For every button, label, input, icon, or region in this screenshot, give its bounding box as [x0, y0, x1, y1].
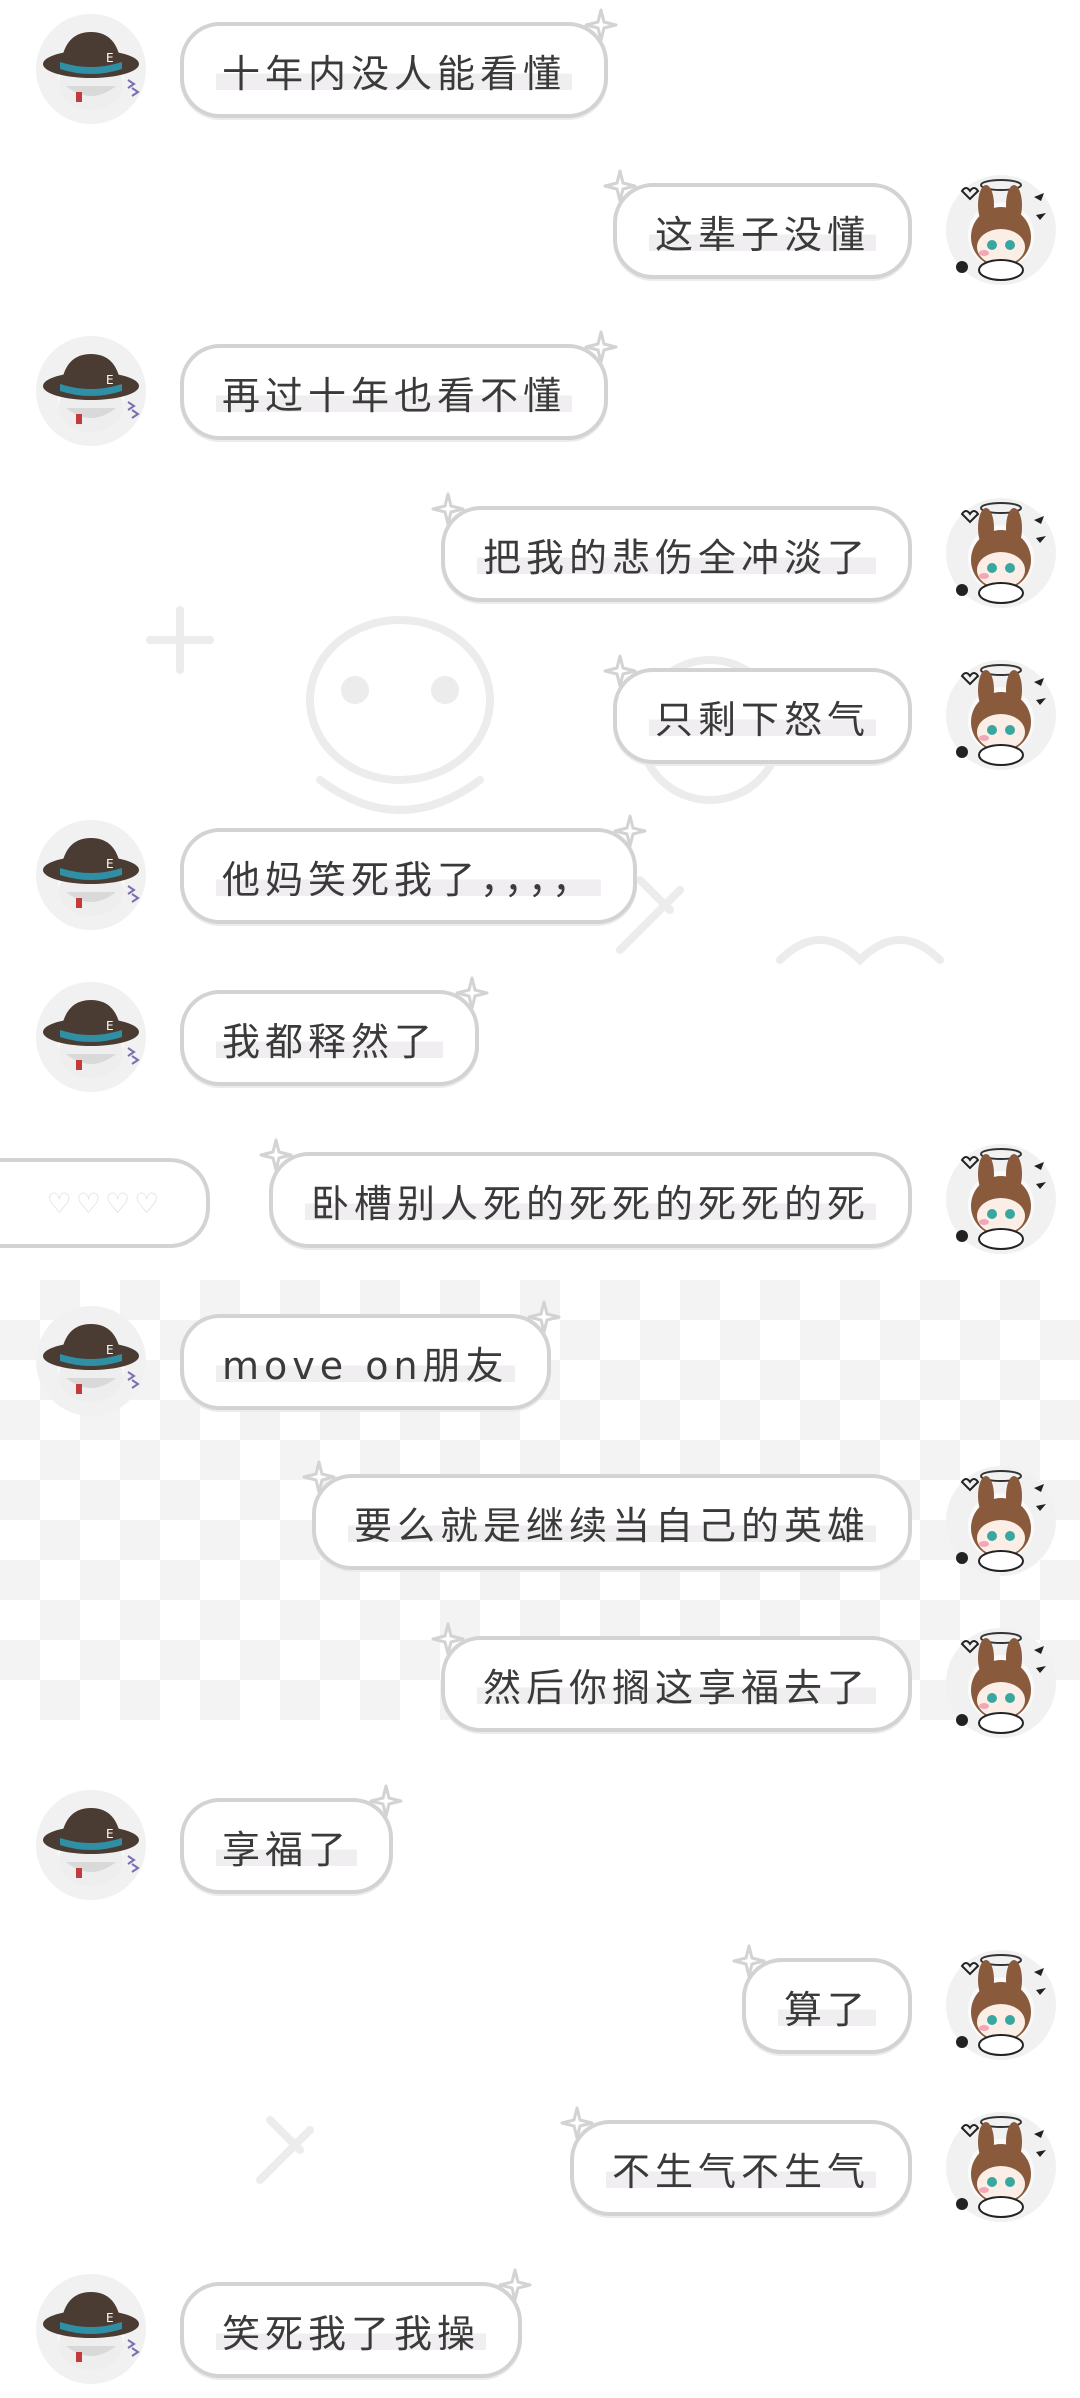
message-row: 然后你搁这享福去了 [0, 1622, 1080, 1748]
sparkle-star-icon [732, 1944, 766, 1978]
message-bubble[interactable]: 十年内没人能看懂 [180, 8, 618, 118]
message-row: E 我都释然了 [0, 976, 1080, 1102]
message-row: 要么就是继续当自己的英雄 [0, 1460, 1080, 1586]
bunny-ear-character-avatar[interactable] [946, 2112, 1056, 2222]
message-bubble[interactable]: 然后你搁这享福去了 [431, 1622, 912, 1732]
message-text: 不生气不生气 [606, 2140, 877, 2196]
hat-character-avatar[interactable]: E [36, 982, 146, 1092]
sparkle-star-icon [302, 1460, 336, 1494]
message-row: E 再过十年也看不懂 [0, 330, 1080, 456]
svg-text:E: E [106, 51, 114, 65]
hat-character-avatar[interactable]: E [36, 820, 146, 930]
sparkle-star-icon [259, 1138, 293, 1172]
message-text: move on朋友 [216, 1334, 515, 1390]
message-row: 不生气不生气 [0, 2106, 1080, 2232]
message-text: 我都释然了 [216, 1010, 444, 1066]
message-bubble[interactable]: 笑死我了我操 [180, 2268, 532, 2378]
bunny-ear-character-avatar[interactable] [946, 1466, 1056, 1576]
svg-text:E: E [106, 373, 114, 387]
bunny-ear-character-avatar[interactable] [946, 498, 1056, 608]
message-bubble[interactable]: 要么就是继续当自己的英雄 [302, 1460, 912, 1570]
svg-text:E: E [106, 857, 114, 871]
message-bubble[interactable]: 把我的悲伤全冲淡了 [431, 492, 912, 602]
message-bubble[interactable]: 卧槽别人死的死死的死死的死 [259, 1138, 912, 1248]
message-row: E 十年内没人能看懂 [0, 8, 1080, 134]
hat-character-avatar[interactable]: E [36, 2274, 146, 2384]
sparkle-star-icon [527, 1300, 561, 1334]
message-bubble[interactable]: 他妈笑死我了，，，， [180, 814, 647, 924]
sparkle-star-icon [369, 1784, 403, 1818]
message-text: 再过十年也看不懂 [216, 364, 573, 420]
svg-text:E: E [106, 1827, 114, 1841]
sparkle-star-icon [584, 8, 618, 42]
message-bubble[interactable]: 算了 [732, 1944, 912, 2054]
bunny-ear-character-avatar[interactable] [946, 1950, 1056, 2060]
message-text: 享福了 [216, 1818, 358, 1874]
sparkle-star-icon [455, 976, 489, 1010]
hat-character-avatar[interactable]: E [36, 336, 146, 446]
bunny-ear-character-avatar[interactable] [946, 1628, 1056, 1738]
message-row: 这辈子没懂 [0, 169, 1080, 295]
bunny-ear-character-avatar[interactable] [946, 1144, 1056, 1254]
sparkle-star-icon [603, 654, 637, 688]
message-bubble[interactable]: 再过十年也看不懂 [180, 330, 618, 440]
sparkle-star-icon [431, 1622, 465, 1656]
message-row: E 享福了 [0, 1784, 1080, 1910]
hat-character-avatar[interactable]: E [36, 14, 146, 124]
sparkle-star-icon [498, 2268, 532, 2302]
message-bubble[interactable]: 不生气不生气 [560, 2106, 912, 2216]
message-row: E move on朋友 [0, 1300, 1080, 1426]
svg-text:E: E [106, 1019, 114, 1033]
svg-text:E: E [106, 2311, 114, 2325]
svg-text:E: E [106, 1343, 114, 1357]
message-text: 算了 [778, 1978, 877, 2034]
message-bubble[interactable]: 我都释然了 [180, 976, 489, 1086]
message-bubble[interactable]: 这辈子没懂 [603, 169, 912, 279]
message-row: E 笑死我了我操 [0, 2268, 1080, 2394]
message-row: 算了 [0, 1944, 1080, 2070]
chat-message-list[interactable]: E 十年内没人能看懂 这辈子没懂 E 再过十年也看不懂 把我的悲伤全冲淡了 只剩… [0, 0, 1080, 2398]
message-bubble[interactable]: 享福了 [180, 1784, 403, 1894]
message-row: E 他妈笑死我了，，，， [0, 814, 1080, 940]
message-text: 卧槽别人死的死死的死死的死 [305, 1172, 877, 1228]
message-text: 这辈子没懂 [649, 203, 877, 259]
message-bubble[interactable]: 只剩下怒气 [603, 654, 912, 764]
message-text: 十年内没人能看懂 [216, 42, 573, 98]
message-text: 只剩下怒气 [649, 688, 877, 744]
hat-character-avatar[interactable]: E [36, 1790, 146, 1900]
message-row: 只剩下怒气 [0, 654, 1080, 780]
sparkle-star-icon [584, 330, 618, 364]
message-row: 把我的悲伤全冲淡了 [0, 492, 1080, 618]
message-text: 把我的悲伤全冲淡了 [477, 526, 877, 582]
message-bubble[interactable]: move on朋友 [180, 1300, 561, 1410]
sparkle-star-icon [613, 814, 647, 848]
hat-character-avatar[interactable]: E [36, 1306, 146, 1416]
message-row: 卧槽别人死的死死的死死的死 [0, 1138, 1080, 1264]
sparkle-star-icon [560, 2106, 594, 2140]
message-text: 然后你搁这享福去了 [477, 1656, 877, 1712]
bunny-ear-character-avatar[interactable] [946, 660, 1056, 770]
bunny-ear-character-avatar[interactable] [946, 175, 1056, 285]
message-text: 笑死我了我操 [216, 2302, 487, 2358]
sparkle-star-icon [603, 169, 637, 203]
sparkle-star-icon [431, 492, 465, 526]
message-text: 他妈笑死我了，，，， [216, 848, 602, 904]
message-text: 要么就是继续当自己的英雄 [348, 1494, 877, 1550]
